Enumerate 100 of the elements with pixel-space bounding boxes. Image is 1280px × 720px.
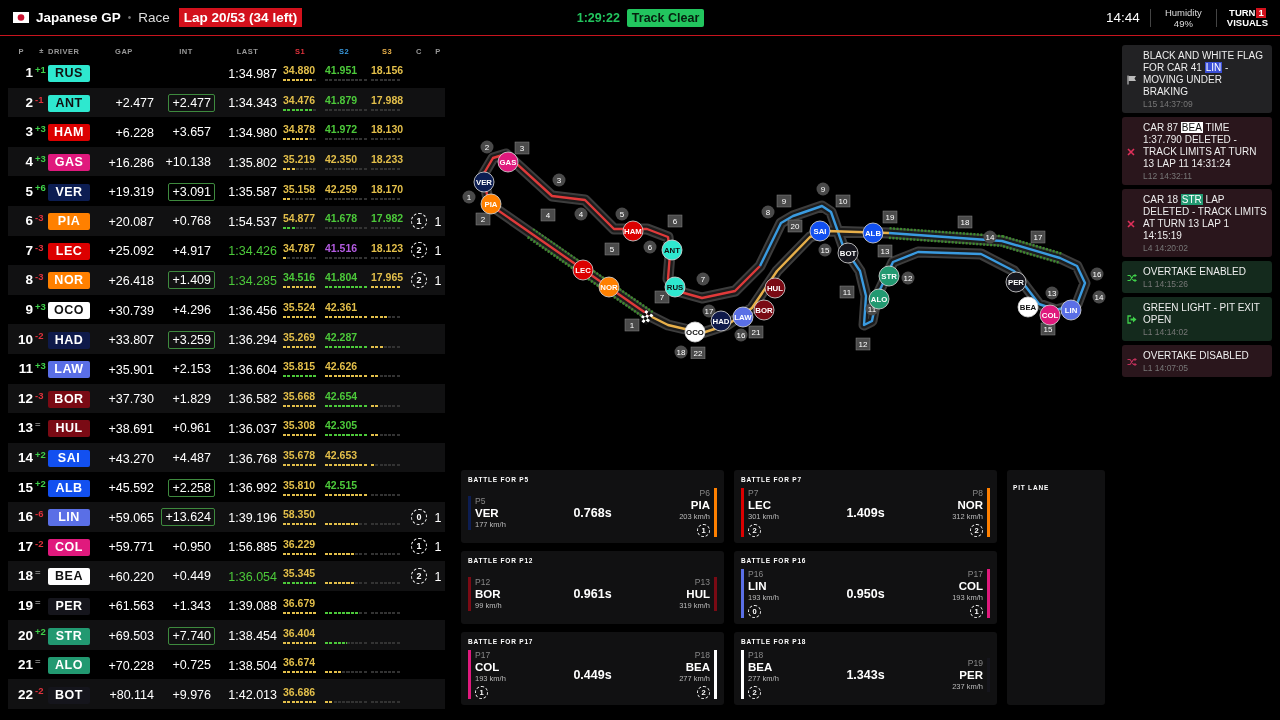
race-clock: 1:29:22 xyxy=(576,10,620,25)
turn-marker: 16 xyxy=(734,328,748,342)
mini-sector-bar xyxy=(325,286,368,289)
session-label: Race xyxy=(138,10,170,25)
position: 12 xyxy=(16,390,33,406)
turn-marker: 22 xyxy=(690,346,706,359)
last-lap-time: 1:36.037 xyxy=(228,421,277,436)
gap-time: +19.319 xyxy=(108,185,154,200)
gap-time: +43.270 xyxy=(108,451,154,466)
sector-time: 18.233 xyxy=(371,153,404,167)
driver-code: NOR xyxy=(957,499,983,511)
position: 2 xyxy=(24,94,33,110)
position: 4 xyxy=(24,154,33,170)
turn-marker: 6 xyxy=(643,240,657,254)
driver-tag: HAD xyxy=(48,331,90,349)
logo-badge: 1 xyxy=(1256,7,1266,18)
gap-time: +35.901 xyxy=(108,362,154,377)
driver-tag: LIN xyxy=(48,509,90,527)
position: 20 xyxy=(16,627,33,643)
position-change: -2 xyxy=(35,537,44,549)
turn-marker: 11 xyxy=(839,285,855,299)
last-lap-time: 1:35.802 xyxy=(228,155,277,170)
interval-time: +4.917 xyxy=(171,242,212,260)
last-lap-time: 1:56.885 xyxy=(228,540,277,555)
driver-code: BEA xyxy=(685,661,710,673)
driver-position: P19 xyxy=(967,657,983,669)
interval-time: +2.153 xyxy=(171,361,212,379)
turn-marker: 13 xyxy=(1045,286,1059,300)
last-lap-time: 1:36.768 xyxy=(228,451,277,466)
position: 7 xyxy=(24,242,33,258)
driver-position: P17 xyxy=(475,650,492,661)
driver-position: P12 xyxy=(475,576,492,588)
interval-time: +1.343 xyxy=(171,598,212,615)
mini-sector-bar xyxy=(325,197,368,200)
gap-time: 1.409s xyxy=(846,505,885,520)
turn-marker: 5 xyxy=(615,207,629,221)
driver-code: BEA xyxy=(748,661,774,673)
driver-tag: ANT xyxy=(48,94,90,112)
mini-sector-bar xyxy=(325,404,368,407)
last-lap-time: 1:34.426 xyxy=(228,244,277,259)
driver-position: P16 xyxy=(748,569,765,580)
turn-marker: 12 xyxy=(901,271,915,285)
position-change: -3 xyxy=(35,241,44,253)
position-change: +3 xyxy=(35,123,46,135)
turn-marker: 3 xyxy=(514,141,530,155)
driver-code: COL xyxy=(958,580,983,592)
interval-time: +1.829 xyxy=(171,390,212,408)
lap-counter: Lap 20/53 (34 left) xyxy=(178,8,303,27)
turn-marker: 20 xyxy=(787,219,803,233)
driver-position: P18 xyxy=(694,650,710,661)
mini-sector-bar xyxy=(325,256,368,259)
sector-time: 36.229 xyxy=(283,537,316,551)
turn-marker: 17 xyxy=(1030,230,1046,244)
turn-marker: 12 xyxy=(855,337,871,351)
mini-sector-bar xyxy=(283,434,318,437)
driver-tag: LAW xyxy=(48,361,90,379)
gap-time: +80.114 xyxy=(109,688,154,703)
turn-marker: 16 xyxy=(1090,267,1104,281)
mini-sector-bar xyxy=(371,552,402,555)
flag-icon xyxy=(13,12,29,23)
interval-time: +0.961 xyxy=(171,420,212,438)
sector-time: 36.404 xyxy=(283,626,316,640)
sector-time: 35.269 xyxy=(283,330,316,344)
turn-marker: 18 xyxy=(674,345,688,359)
message-text: BLACK AND WHITE FLAG FOR CAR 41 LIN - MOVING UNDER BRAKING xyxy=(1143,50,1265,98)
driver-tag: BOT xyxy=(48,686,90,704)
interval-time: +4.296 xyxy=(171,302,212,320)
mini-sector-bar xyxy=(283,671,318,674)
position: 8 xyxy=(24,272,33,288)
gap-time: +61.563 xyxy=(108,599,154,614)
message-time: L12 14:32:11 xyxy=(1143,171,1193,181)
driver-tag: LEC xyxy=(48,242,90,260)
position-change: +6 xyxy=(35,182,46,194)
position-change: -3 xyxy=(35,389,44,401)
mini-sector-bar xyxy=(371,286,402,289)
position-change: = xyxy=(35,655,41,667)
driver-code: LEC xyxy=(748,499,772,511)
turn-marker: 1 xyxy=(462,190,476,204)
gap-time: 1.343s xyxy=(846,667,885,682)
sector-time: 42.287 xyxy=(325,330,358,344)
mini-sector-bar xyxy=(283,79,318,82)
position-change: -2 xyxy=(35,330,44,342)
position-change: = xyxy=(35,419,41,431)
gap-time: +26.418 xyxy=(108,273,154,288)
mini-sector-bar xyxy=(283,700,318,703)
interval-time: +1.409 xyxy=(168,271,215,290)
mini-sector-bar xyxy=(283,345,318,348)
driver-code: HUL xyxy=(686,587,710,600)
sector-time: 36.679 xyxy=(283,597,316,610)
interval-time: +2.477 xyxy=(168,93,215,112)
sector-time: 35.345 xyxy=(283,567,316,581)
driver-tag: NOR xyxy=(48,272,90,290)
turn-marker: 18 xyxy=(957,215,973,229)
last-lap-time: 1:36.992 xyxy=(228,481,277,496)
sector-time: 42.350 xyxy=(325,153,358,167)
turn-marker: 6 xyxy=(667,214,683,228)
mini-sector-bar xyxy=(283,375,318,378)
gap-time: 0.950s xyxy=(846,586,885,601)
turn-marker: 7 xyxy=(654,290,670,304)
position-change: -1 xyxy=(35,93,44,105)
